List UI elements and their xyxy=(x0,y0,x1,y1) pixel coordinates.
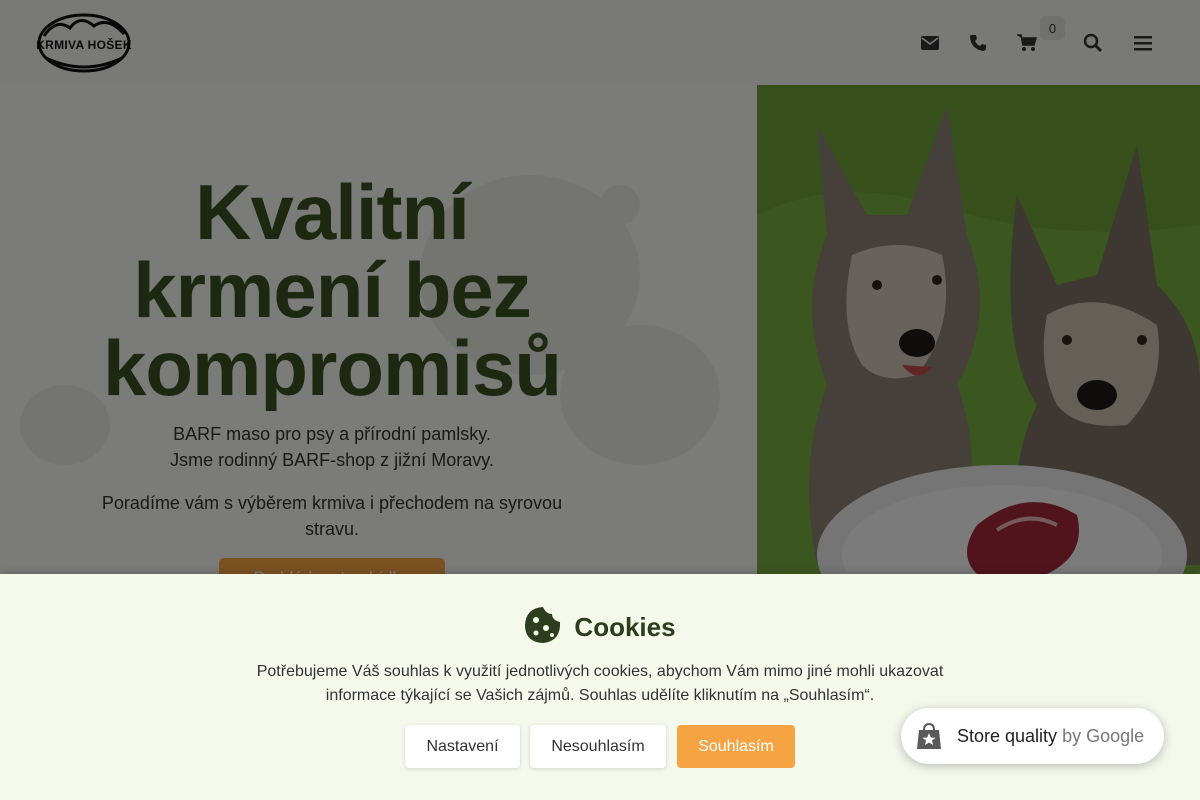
cookie-settings-button[interactable]: Nastavení xyxy=(405,725,520,768)
modal-backdrop xyxy=(0,0,1200,574)
cookie-accept-button[interactable]: Souhlasím xyxy=(677,725,795,768)
cookie-icon xyxy=(524,606,562,649)
badge-text: Store quality by Google xyxy=(957,726,1144,747)
cookie-decline-button[interactable]: Nesouhlasím xyxy=(530,725,666,768)
badge-by-google: by Google xyxy=(1062,725,1145,746)
cookie-text: Potřebujeme Váš souhlas k využití jednot… xyxy=(256,663,944,704)
cookie-banner: Cookies Potřebujeme Váš souhlas k využit… xyxy=(0,574,1200,800)
badge-label: Store quality xyxy=(957,725,1058,746)
cookie-title-row: Cookies xyxy=(0,606,1200,649)
shopping-bag-star-icon xyxy=(915,722,943,750)
cookie-title: Cookies xyxy=(574,612,676,642)
google-store-quality-badge[interactable]: Store quality by Google xyxy=(901,708,1164,764)
